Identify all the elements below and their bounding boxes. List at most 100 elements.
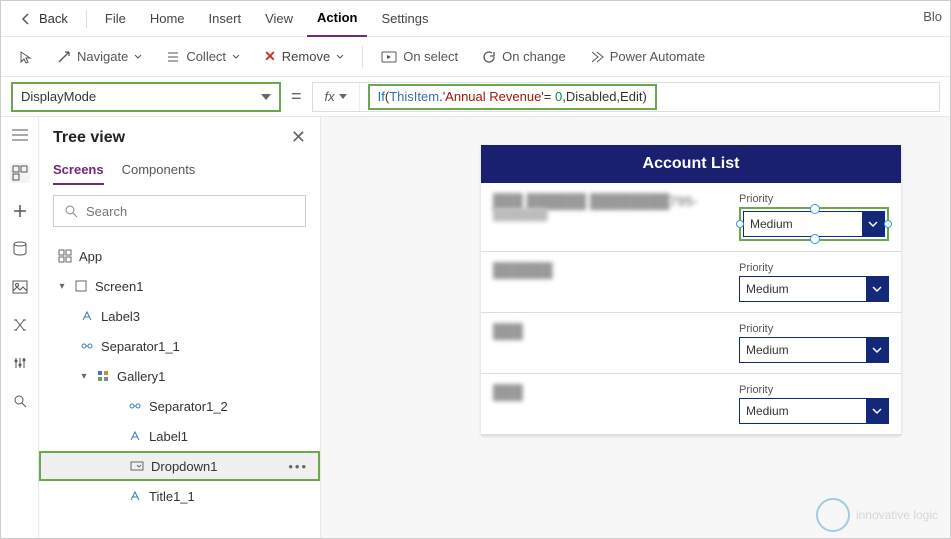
more-icon[interactable]: ••• (288, 459, 308, 474)
tree-search-input[interactable] (86, 204, 295, 219)
hamburger-icon[interactable] (10, 125, 30, 145)
pointer-tool[interactable] (9, 37, 43, 77)
formula-num: 0 (555, 89, 562, 104)
media-icon[interactable] (10, 277, 30, 297)
tree-gallery1-label: Gallery1 (117, 369, 165, 384)
collect-button[interactable]: Collect (156, 37, 250, 77)
tree-title11[interactable]: Title1_1 (39, 481, 320, 511)
chevron-down-icon[interactable]: ▾ (79, 371, 89, 382)
menu-insert[interactable]: Insert (199, 1, 252, 37)
formula-bar[interactable]: fx If(ThisItem.'Annual Revenue'= 0,Disab… (312, 82, 940, 112)
list-item[interactable]: ███ Priority Medium (481, 313, 901, 374)
top-right-text: Blo (923, 9, 942, 24)
priority-label: Priority (739, 323, 889, 335)
tree-separator11[interactable]: Separator1_1 (39, 331, 320, 361)
formula-bar-row: DisplayMode = fx If(ThisItem.'Annual Rev… (1, 77, 950, 117)
chevron-down-icon[interactable]: ▾ (57, 281, 67, 292)
collect-label: Collect (186, 49, 226, 64)
row-title: ██████ (493, 262, 729, 278)
close-icon[interactable]: ✕ (291, 127, 306, 148)
menu-file[interactable]: File (95, 1, 136, 37)
power-automate-label: Power Automate (610, 49, 705, 64)
list-item[interactable]: ██████ Priority Medium (481, 252, 901, 313)
tree-sep12-label: Separator1_2 (149, 399, 228, 414)
tree-label3[interactable]: Label3 (39, 301, 320, 331)
chevron-down-icon (866, 277, 888, 301)
insert-icon[interactable] (10, 201, 30, 221)
advanced-tools-icon[interactable] (10, 353, 30, 373)
priority-dropdown[interactable]: Medium (739, 337, 889, 363)
tree-view-icon[interactable] (10, 163, 30, 183)
tab-components[interactable]: Components (122, 156, 196, 185)
tree-tabs: Screens Components (39, 152, 320, 185)
tree-sep11-label: Separator1_1 (101, 339, 180, 354)
tree-title: Tree view (53, 129, 125, 147)
tree-screen1[interactable]: ▾ Screen1 (39, 271, 320, 301)
tree-header: Tree view ✕ (39, 117, 320, 152)
menu-divider (86, 10, 87, 28)
list-item[interactable]: ███ ██████ ████████795- ███████ Priority… (481, 183, 901, 252)
data-icon[interactable] (10, 239, 30, 259)
screen-icon (73, 278, 89, 294)
remove-button[interactable]: ✕ Remove (254, 37, 354, 77)
tree-separator12[interactable]: Separator1_2 (39, 391, 320, 421)
priority-value: Medium (746, 343, 789, 357)
chevron-down-icon (134, 54, 142, 60)
menu-settings[interactable]: Settings (371, 1, 438, 37)
tree-gallery1[interactable]: ▾ Gallery1 (39, 361, 320, 391)
variables-icon[interactable] (10, 315, 30, 335)
tree-label1[interactable]: Label1 (39, 421, 320, 451)
priority-label: Priority (739, 262, 889, 274)
list-item[interactable]: ███ Priority Medium (481, 374, 901, 435)
tree-app[interactable]: App (39, 241, 320, 271)
tab-screens[interactable]: Screens (53, 156, 104, 185)
navigate-button[interactable]: Navigate (47, 37, 152, 77)
power-automate-button[interactable]: Power Automate (580, 37, 715, 77)
dropdown-icon (129, 458, 145, 474)
top-menu-bar: Back File Home Insert View Action Settin… (1, 1, 950, 37)
onselect-button[interactable]: On select (371, 37, 468, 77)
tree-search[interactable] (53, 195, 306, 227)
row-title: ███ (493, 384, 729, 400)
fx-label[interactable]: fx (313, 83, 360, 111)
priority-dropdown[interactable]: Medium (739, 398, 889, 424)
back-button[interactable]: Back (9, 11, 78, 26)
separator-icon (79, 338, 95, 354)
onchange-button[interactable]: On change (472, 37, 576, 77)
x-icon: ✕ (264, 48, 276, 65)
app-icon (57, 248, 73, 264)
tree-view-panel: Tree view ✕ Screens Components App ▾ Scr… (39, 117, 321, 538)
menu-view[interactable]: View (255, 1, 303, 37)
search-icon[interactable] (10, 391, 30, 411)
left-rail (1, 117, 39, 538)
property-dropdown[interactable]: DisplayMode (11, 82, 281, 112)
tree-dropdown1[interactable]: Dropdown1 ••• (39, 451, 320, 481)
priority-dropdown-wrap: Medium (739, 207, 889, 241)
priority-value: Medium (746, 282, 789, 296)
chevron-down-icon (261, 94, 271, 100)
chevron-down-icon (866, 338, 888, 362)
label-icon (127, 488, 143, 504)
row-left: ███ ██████ ████████795- ███████ (493, 193, 729, 221)
app-preview: Account List ███ ██████ ████████795- ███… (481, 145, 901, 435)
menu-home[interactable]: Home (140, 1, 195, 37)
priority-dropdown-wrap: Medium (739, 276, 889, 302)
priority-dropdown-wrap: Medium (739, 398, 889, 424)
tree-list: App ▾ Screen1 Label3 Separator1_1 ▾ Gall… (39, 237, 320, 538)
property-value: DisplayMode (21, 89, 96, 104)
main-area: Tree view ✕ Screens Components App ▾ Scr… (1, 117, 950, 538)
priority-dropdown[interactable]: Medium (739, 276, 889, 302)
row-right: Priority Medium (739, 193, 889, 241)
formula-content[interactable]: If(ThisItem.'Annual Revenue'= 0,Disabled… (368, 84, 657, 110)
app-header: Account List (481, 145, 901, 183)
onchange-label: On change (502, 49, 566, 64)
row-left: ███ (493, 384, 729, 400)
formula-op: ThisItem (389, 89, 439, 104)
row-title: ███ (493, 323, 729, 339)
canvas[interactable]: Account List ███ ██████ ████████795- ███… (321, 117, 950, 538)
priority-value: Medium (746, 404, 789, 418)
priority-dropdown[interactable]: Medium (743, 211, 885, 237)
menu-action[interactable]: Action (307, 1, 367, 37)
priority-value: Medium (750, 217, 793, 231)
back-label: Back (39, 11, 68, 26)
